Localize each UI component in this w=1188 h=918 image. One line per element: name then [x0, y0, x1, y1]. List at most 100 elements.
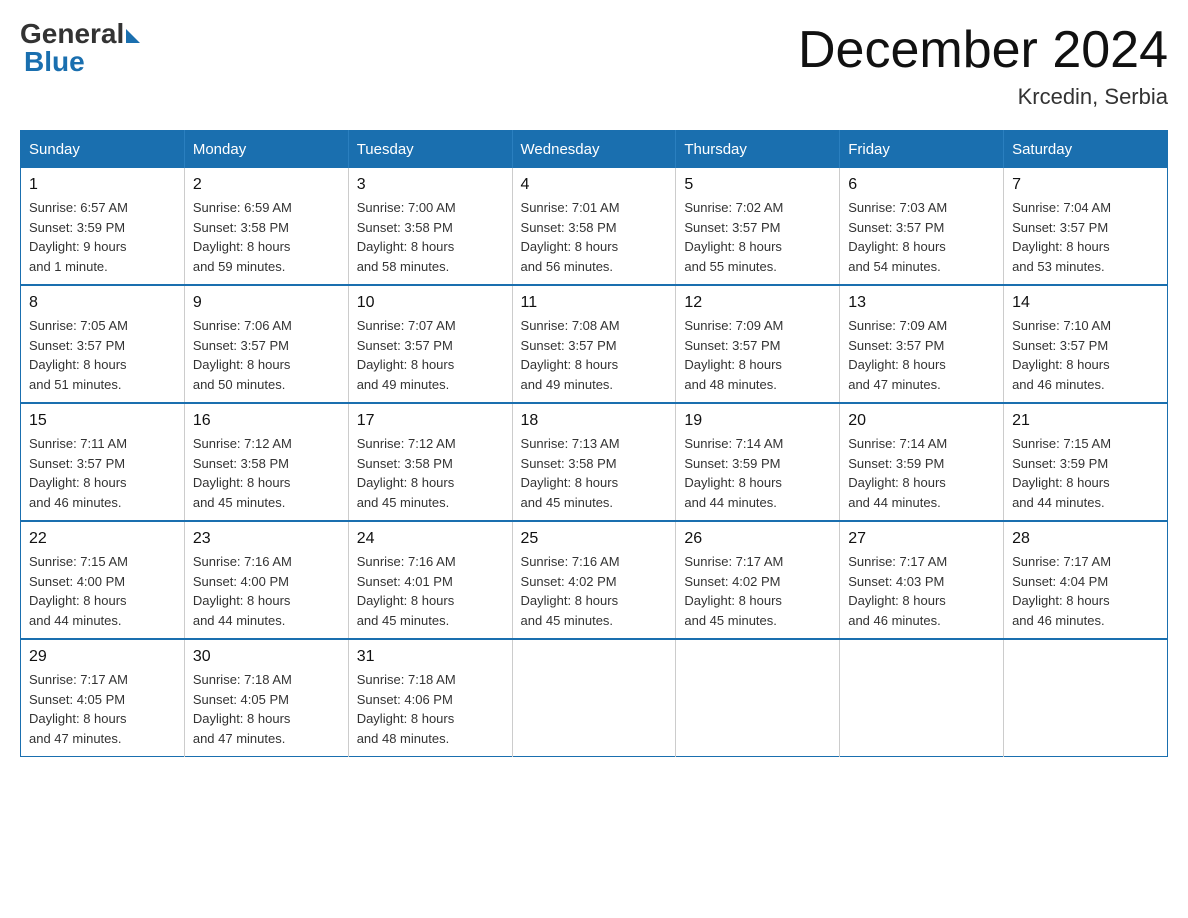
logo-blue-text: Blue — [24, 48, 85, 76]
logo: General Blue — [20, 20, 140, 76]
day-number: 15 — [29, 412, 176, 430]
day-info: Sunrise: 7:17 AM Sunset: 4:05 PM Dayligh… — [29, 670, 176, 748]
calendar-week-row: 22 Sunrise: 7:15 AM Sunset: 4:00 PM Dayl… — [21, 521, 1168, 639]
day-number: 28 — [1012, 530, 1159, 548]
header-wednesday: Wednesday — [512, 131, 676, 169]
day-info: Sunrise: 7:14 AM Sunset: 3:59 PM Dayligh… — [848, 434, 995, 512]
calendar-cell: 5 Sunrise: 7:02 AM Sunset: 3:57 PM Dayli… — [676, 168, 840, 285]
calendar-cell: 31 Sunrise: 7:18 AM Sunset: 4:06 PM Dayl… — [348, 639, 512, 757]
calendar-cell: 22 Sunrise: 7:15 AM Sunset: 4:00 PM Dayl… — [21, 521, 185, 639]
calendar-cell: 16 Sunrise: 7:12 AM Sunset: 3:58 PM Dayl… — [184, 403, 348, 521]
calendar-cell: 15 Sunrise: 7:11 AM Sunset: 3:57 PM Dayl… — [21, 403, 185, 521]
page-header: General Blue December 2024 Krcedin, Serb… — [20, 20, 1168, 110]
day-number: 16 — [193, 412, 340, 430]
calendar-cell: 1 Sunrise: 6:57 AM Sunset: 3:59 PM Dayli… — [21, 168, 185, 285]
calendar-cell: 19 Sunrise: 7:14 AM Sunset: 3:59 PM Dayl… — [676, 403, 840, 521]
calendar-cell — [512, 639, 676, 757]
day-number: 11 — [521, 294, 668, 312]
day-number: 20 — [848, 412, 995, 430]
day-number: 8 — [29, 294, 176, 312]
day-info: Sunrise: 7:17 AM Sunset: 4:03 PM Dayligh… — [848, 552, 995, 630]
day-info: Sunrise: 7:03 AM Sunset: 3:57 PM Dayligh… — [848, 198, 995, 276]
calendar-cell: 26 Sunrise: 7:17 AM Sunset: 4:02 PM Dayl… — [676, 521, 840, 639]
day-info: Sunrise: 7:13 AM Sunset: 3:58 PM Dayligh… — [521, 434, 668, 512]
day-info: Sunrise: 7:09 AM Sunset: 3:57 PM Dayligh… — [848, 316, 995, 394]
day-info: Sunrise: 7:12 AM Sunset: 3:58 PM Dayligh… — [357, 434, 504, 512]
day-number: 27 — [848, 530, 995, 548]
day-info: Sunrise: 7:07 AM Sunset: 3:57 PM Dayligh… — [357, 316, 504, 394]
day-number: 1 — [29, 176, 176, 194]
calendar-week-row: 29 Sunrise: 7:17 AM Sunset: 4:05 PM Dayl… — [21, 639, 1168, 757]
day-info: Sunrise: 7:14 AM Sunset: 3:59 PM Dayligh… — [684, 434, 831, 512]
calendar-cell: 6 Sunrise: 7:03 AM Sunset: 3:57 PM Dayli… — [840, 168, 1004, 285]
day-info: Sunrise: 7:16 AM Sunset: 4:02 PM Dayligh… — [521, 552, 668, 630]
day-info: Sunrise: 7:09 AM Sunset: 3:57 PM Dayligh… — [684, 316, 831, 394]
logo-general-text: General — [20, 20, 124, 48]
day-info: Sunrise: 7:17 AM Sunset: 4:04 PM Dayligh… — [1012, 552, 1159, 630]
day-number: 22 — [29, 530, 176, 548]
day-number: 10 — [357, 294, 504, 312]
calendar-cell: 20 Sunrise: 7:14 AM Sunset: 3:59 PM Dayl… — [840, 403, 1004, 521]
day-number: 14 — [1012, 294, 1159, 312]
day-info: Sunrise: 7:05 AM Sunset: 3:57 PM Dayligh… — [29, 316, 176, 394]
header-friday: Friday — [840, 131, 1004, 169]
month-title: December 2024 — [798, 20, 1168, 80]
day-info: Sunrise: 7:16 AM Sunset: 4:01 PM Dayligh… — [357, 552, 504, 630]
day-info: Sunrise: 7:10 AM Sunset: 3:57 PM Dayligh… — [1012, 316, 1159, 394]
title-section: December 2024 Krcedin, Serbia — [798, 20, 1168, 110]
day-info: Sunrise: 7:08 AM Sunset: 3:57 PM Dayligh… — [521, 316, 668, 394]
calendar-week-row: 8 Sunrise: 7:05 AM Sunset: 3:57 PM Dayli… — [21, 285, 1168, 403]
header-saturday: Saturday — [1004, 131, 1168, 169]
calendar-table: Sunday Monday Tuesday Wednesday Thursday… — [20, 130, 1168, 757]
calendar-week-row: 1 Sunrise: 6:57 AM Sunset: 3:59 PM Dayli… — [21, 168, 1168, 285]
calendar-cell: 24 Sunrise: 7:16 AM Sunset: 4:01 PM Dayl… — [348, 521, 512, 639]
day-number: 9 — [193, 294, 340, 312]
day-number: 18 — [521, 412, 668, 430]
header-monday: Monday — [184, 131, 348, 169]
day-info: Sunrise: 6:59 AM Sunset: 3:58 PM Dayligh… — [193, 198, 340, 276]
day-info: Sunrise: 7:04 AM Sunset: 3:57 PM Dayligh… — [1012, 198, 1159, 276]
day-info: Sunrise: 7:18 AM Sunset: 4:06 PM Dayligh… — [357, 670, 504, 748]
day-number: 13 — [848, 294, 995, 312]
calendar-cell: 2 Sunrise: 6:59 AM Sunset: 3:58 PM Dayli… — [184, 168, 348, 285]
calendar-cell: 3 Sunrise: 7:00 AM Sunset: 3:58 PM Dayli… — [348, 168, 512, 285]
day-number: 5 — [684, 176, 831, 194]
day-number: 2 — [193, 176, 340, 194]
day-number: 19 — [684, 412, 831, 430]
calendar-cell: 10 Sunrise: 7:07 AM Sunset: 3:57 PM Dayl… — [348, 285, 512, 403]
day-info: Sunrise: 7:02 AM Sunset: 3:57 PM Dayligh… — [684, 198, 831, 276]
day-number: 3 — [357, 176, 504, 194]
day-info: Sunrise: 6:57 AM Sunset: 3:59 PM Dayligh… — [29, 198, 176, 276]
day-info: Sunrise: 7:17 AM Sunset: 4:02 PM Dayligh… — [684, 552, 831, 630]
day-info: Sunrise: 7:06 AM Sunset: 3:57 PM Dayligh… — [193, 316, 340, 394]
day-number: 7 — [1012, 176, 1159, 194]
calendar-cell: 30 Sunrise: 7:18 AM Sunset: 4:05 PM Dayl… — [184, 639, 348, 757]
calendar-cell: 11 Sunrise: 7:08 AM Sunset: 3:57 PM Dayl… — [512, 285, 676, 403]
calendar-cell: 8 Sunrise: 7:05 AM Sunset: 3:57 PM Dayli… — [21, 285, 185, 403]
calendar-cell: 21 Sunrise: 7:15 AM Sunset: 3:59 PM Dayl… — [1004, 403, 1168, 521]
calendar-cell: 12 Sunrise: 7:09 AM Sunset: 3:57 PM Dayl… — [676, 285, 840, 403]
day-number: 31 — [357, 648, 504, 666]
day-info: Sunrise: 7:12 AM Sunset: 3:58 PM Dayligh… — [193, 434, 340, 512]
calendar-cell — [1004, 639, 1168, 757]
day-number: 30 — [193, 648, 340, 666]
day-number: 17 — [357, 412, 504, 430]
calendar-header-row: Sunday Monday Tuesday Wednesday Thursday… — [21, 131, 1168, 169]
day-number: 4 — [521, 176, 668, 194]
day-info: Sunrise: 7:11 AM Sunset: 3:57 PM Dayligh… — [29, 434, 176, 512]
day-number: 12 — [684, 294, 831, 312]
day-number: 25 — [521, 530, 668, 548]
calendar-cell: 28 Sunrise: 7:17 AM Sunset: 4:04 PM Dayl… — [1004, 521, 1168, 639]
day-info: Sunrise: 7:16 AM Sunset: 4:00 PM Dayligh… — [193, 552, 340, 630]
calendar-cell: 29 Sunrise: 7:17 AM Sunset: 4:05 PM Dayl… — [21, 639, 185, 757]
calendar-cell: 25 Sunrise: 7:16 AM Sunset: 4:02 PM Dayl… — [512, 521, 676, 639]
calendar-cell: 9 Sunrise: 7:06 AM Sunset: 3:57 PM Dayli… — [184, 285, 348, 403]
calendar-cell: 4 Sunrise: 7:01 AM Sunset: 3:58 PM Dayli… — [512, 168, 676, 285]
calendar-cell: 18 Sunrise: 7:13 AM Sunset: 3:58 PM Dayl… — [512, 403, 676, 521]
logo-arrow-icon — [126, 29, 140, 43]
day-number: 29 — [29, 648, 176, 666]
logo-text: General — [20, 20, 140, 48]
calendar-cell: 27 Sunrise: 7:17 AM Sunset: 4:03 PM Dayl… — [840, 521, 1004, 639]
day-info: Sunrise: 7:15 AM Sunset: 4:00 PM Dayligh… — [29, 552, 176, 630]
calendar-week-row: 15 Sunrise: 7:11 AM Sunset: 3:57 PM Dayl… — [21, 403, 1168, 521]
